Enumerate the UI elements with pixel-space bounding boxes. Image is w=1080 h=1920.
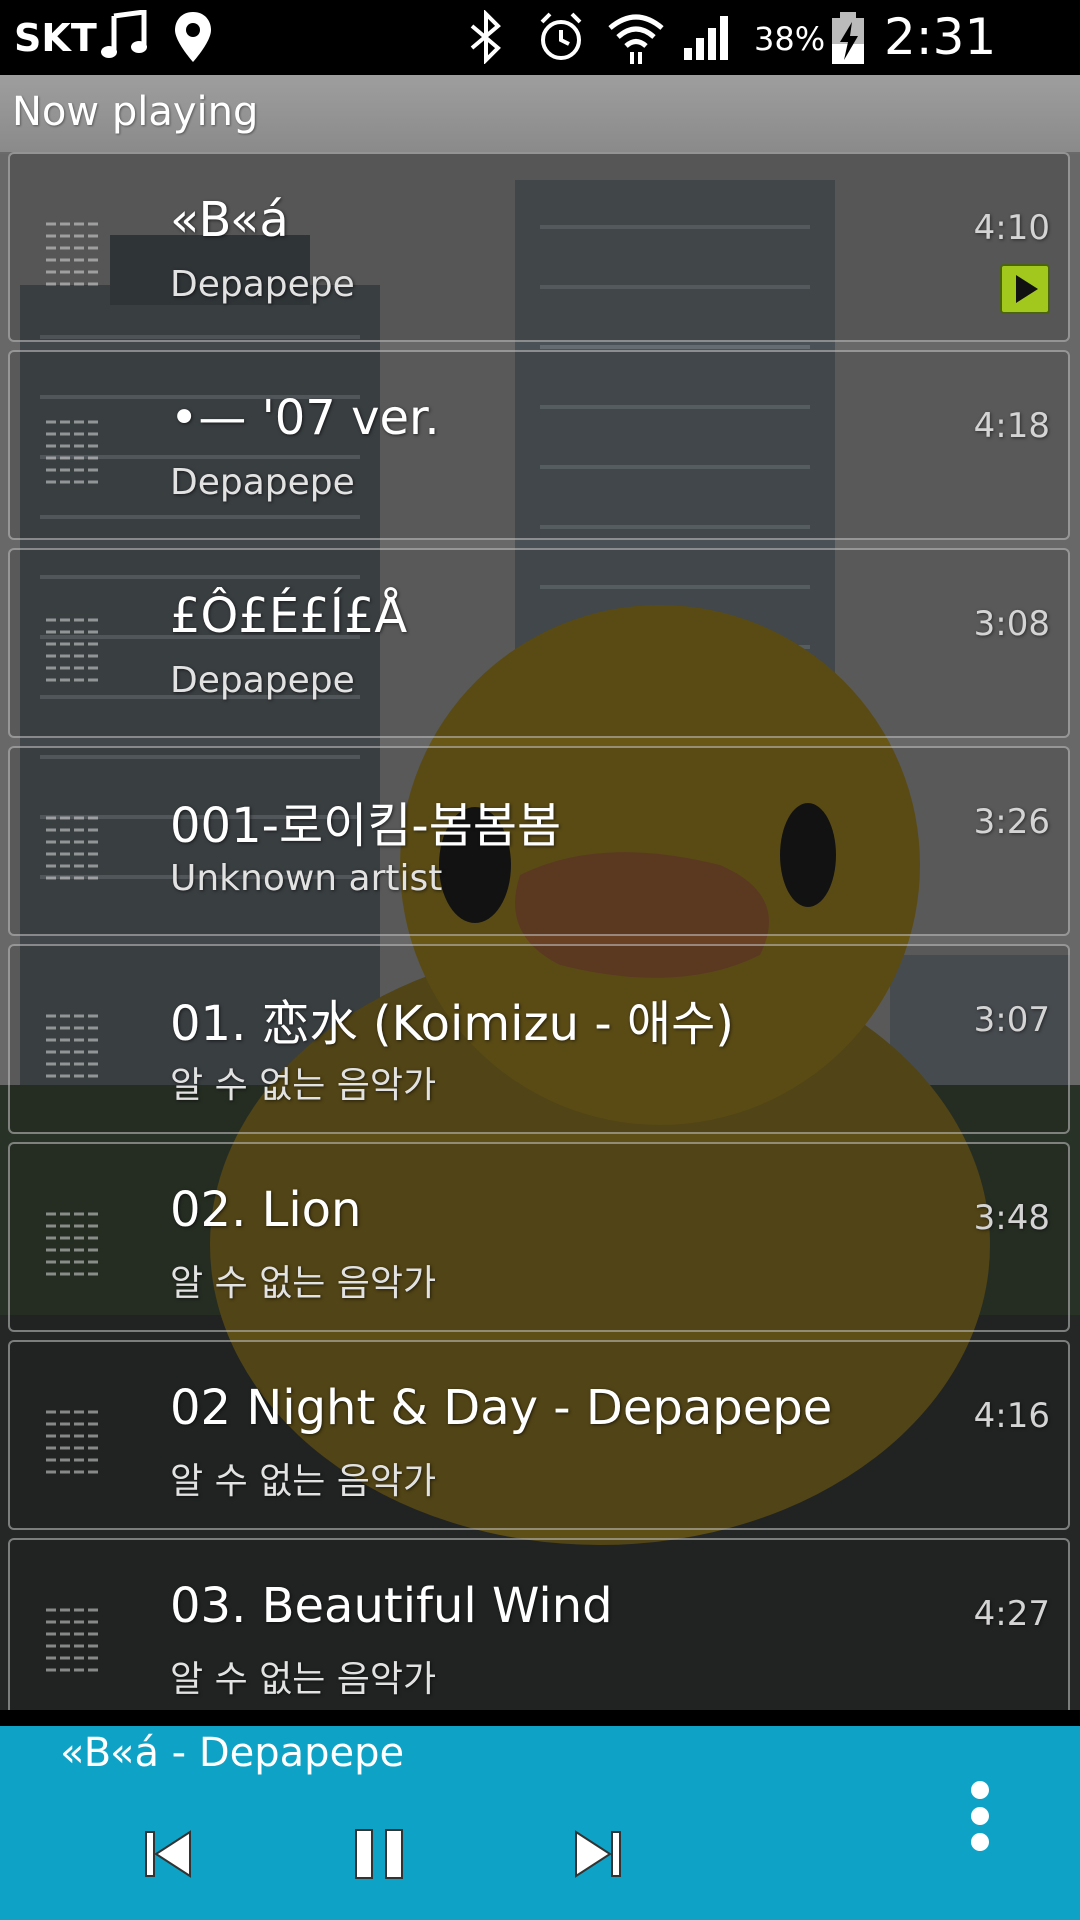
track-duration: 4:27	[973, 1594, 1050, 1634]
track-title: £Ô£É£Í£Å	[170, 588, 408, 644]
location-pin-icon	[172, 10, 214, 68]
previous-icon[interactable]	[140, 1824, 200, 1888]
signal-icon	[682, 12, 736, 66]
music-note-icon	[100, 9, 150, 66]
track-title: •— '07 ver.	[170, 390, 440, 446]
drag-handle-icon[interactable]	[44, 1008, 104, 1092]
track-artist: Depapepe	[170, 264, 355, 305]
mini-player-divider	[0, 1710, 1080, 1726]
drag-handle-icon[interactable]	[44, 1206, 104, 1290]
track-list[interactable]: «B«á Depapepe 4:10 •— '07 ver. Depapepe …	[0, 152, 1080, 1710]
bluetooth-icon	[466, 9, 506, 68]
track-duration: 3:26	[973, 802, 1050, 842]
track-row[interactable]: 02. Lion 알 수 없는 음악가 3:48	[8, 1142, 1070, 1332]
status-bar: SKT 38% 2:31 PM	[0, 0, 1080, 124]
more-options-icon[interactable]	[960, 1778, 1000, 1862]
pause-icon[interactable]	[350, 1824, 410, 1888]
drag-handle-icon[interactable]	[44, 810, 104, 894]
track-title: 03. Beautiful Wind	[170, 1578, 613, 1634]
track-title: 001-로이킴-봄봄봄	[170, 798, 562, 854]
track-artist: 알 수 없는 음악가	[170, 1461, 437, 1502]
track-artist: 알 수 없는 음악가	[170, 1659, 437, 1700]
battery-percent: 38%	[754, 20, 826, 58]
track-duration: 4:16	[973, 1396, 1050, 1436]
next-icon[interactable]	[568, 1824, 628, 1888]
track-title: «B«á	[170, 192, 289, 248]
track-row[interactable]: 03. Beautiful Wind 알 수 없는 음악가 4:27	[8, 1538, 1070, 1710]
drag-handle-icon[interactable]	[44, 216, 104, 300]
track-row[interactable]: •— '07 ver. Depapepe 4:18	[8, 350, 1070, 540]
track-title: 02. Lion	[170, 1182, 362, 1238]
alarm-icon	[536, 10, 586, 68]
drag-handle-icon[interactable]	[44, 1404, 104, 1488]
track-duration: 3:48	[973, 1198, 1050, 1238]
track-row[interactable]: 001-로이킴-봄봄봄 Unknown artist 3:26	[8, 746, 1070, 936]
track-title: 01. 恋水 (Koimizu - 애수)	[170, 996, 734, 1052]
track-artist: 알 수 없는 음악가	[170, 1065, 437, 1106]
track-title: 02 Night & Day - Depapepe	[170, 1380, 833, 1436]
track-artist: Unknown artist	[170, 858, 443, 899]
track-row[interactable]: 02 Night & Day - Depapepe 알 수 없는 음악가 4:1…	[8, 1340, 1070, 1530]
carrier-label: SKT	[14, 16, 97, 60]
track-duration: 3:08	[973, 604, 1050, 644]
drag-handle-icon[interactable]	[44, 1602, 104, 1686]
battery-charging-icon	[830, 10, 866, 70]
track-duration: 3:07	[973, 1000, 1050, 1040]
mini-player[interactable]: «B«á - Depapepe	[0, 1726, 1080, 1920]
drag-handle-icon[interactable]	[44, 612, 104, 696]
track-duration: 4:10	[973, 208, 1050, 248]
track-artist: Depapepe	[170, 660, 355, 701]
track-row[interactable]: 01. 恋水 (Koimizu - 애수) 알 수 없는 음악가 3:07	[8, 944, 1070, 1134]
play-indicator-icon	[1000, 264, 1050, 314]
track-duration: 4:18	[973, 406, 1050, 446]
now-playing-label[interactable]: «B«á - Depapepe	[60, 1730, 404, 1776]
track-artist: 알 수 없는 음악가	[170, 1263, 437, 1304]
header-bar: Now playing	[0, 75, 1080, 154]
track-artist: Depapepe	[170, 462, 355, 503]
wifi-icon	[606, 10, 666, 70]
track-row[interactable]: £Ô£É£Í£Å Depapepe 3:08	[8, 548, 1070, 738]
page-title: Now playing	[12, 89, 259, 135]
track-row[interactable]: «B«á Depapepe 4:10	[8, 152, 1070, 342]
drag-handle-icon[interactable]	[44, 414, 104, 498]
